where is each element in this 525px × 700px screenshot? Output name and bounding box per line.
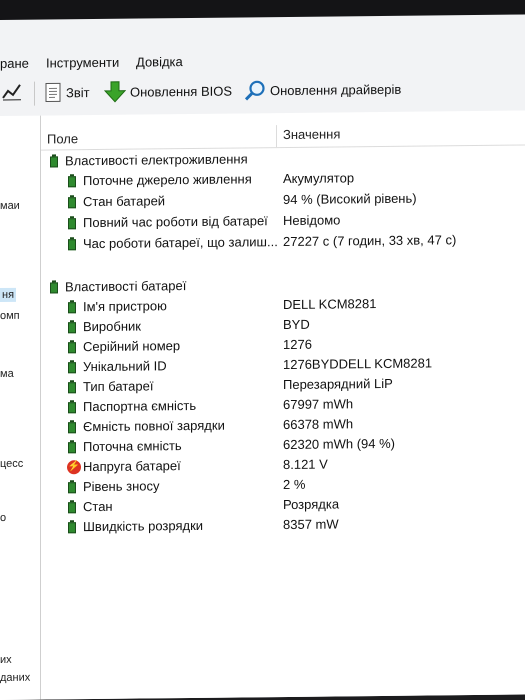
row-label: Ім'я пристрою [83,298,167,315]
row-label: Виробник [83,318,141,335]
tree-item[interactable]: омп [0,310,20,322]
row-label: Поточне джерело живлення [83,171,252,189]
row-value: 1276BYDDELL KCM8281 [283,355,433,373]
battery-icon [67,237,81,251]
battery-icon [67,380,81,394]
magnifier-icon [244,80,265,101]
row-value: Невідомо [283,212,341,229]
battery-icon [49,280,63,294]
app-window: ране Інструменти Довідка Звіт Оновлення … [0,14,525,700]
tree-item[interactable]: ма [0,368,14,380]
row-value: Акумулятор [283,170,355,187]
tree-item[interactable]: маи [0,200,20,212]
row-value: DELL KCM8281 [283,296,377,313]
battery-icon [67,174,81,188]
row-label: Ємність повної зарядки [83,417,225,435]
row-value: 8357 mW [283,516,339,533]
tree-item[interactable]: цесс [0,458,23,470]
battery-icon [67,400,81,414]
row-label: Серійний номер [83,338,181,355]
row-value: 27227 с (7 годин, 33 хв, 47 с) [283,232,457,250]
driver-update-button[interactable]: Оновлення драйверів [244,78,401,102]
row-value: Перезарядний LiP [283,375,393,393]
table-row[interactable]: Швидкість розрядки 8357 mW [41,513,525,538]
row-label: Напруга батареї [83,458,181,475]
row-label: Стан [83,498,113,515]
details-panel: Поле Значення Властивості електроживленн… [41,110,525,700]
field-column-header[interactable]: Поле [47,131,78,146]
menu-item-help[interactable]: Довідка [136,54,183,69]
tree-item[interactable]: даних [0,672,30,684]
row-value: 66378 mWh [283,416,354,433]
row-label: Тип батареї [83,378,154,395]
navigation-tree[interactable]: маи ня омп ма цесс о их даних [0,115,41,700]
report-label: Звіт [66,84,90,100]
column-divider[interactable] [276,125,277,148]
battery-icon [67,320,81,334]
graph-icon[interactable] [2,82,22,102]
lightning-icon: ⚡ [67,460,81,475]
value-column-header[interactable]: Значення [283,126,340,142]
menu-bar: ране Інструменти Довідка [0,47,525,74]
bios-update-label: Оновлення BIOS [130,83,233,100]
tree-item[interactable]: их [0,654,12,666]
row-value: Розрядка [283,496,340,513]
tree-item[interactable]: о [0,512,6,524]
battery-icon [67,360,81,374]
table-row[interactable]: Час роботи батареї, що залиш... 27227 с … [41,230,525,255]
battery-icon [67,195,81,209]
row-label: Унікальний ID [83,358,167,375]
row-label: Швидкість розрядки [83,517,204,535]
row-value: 62320 mWh (94 %) [283,435,395,453]
driver-update-label: Оновлення драйверів [270,81,402,98]
row-value: 1276 [283,336,312,353]
battery-icon [67,216,81,230]
row-value: 94 % (Високий рівень) [283,190,417,208]
row-label: Стан батарей [83,193,166,210]
row-value: 67997 mWh [283,396,354,413]
row-label: Паспортна ємність [83,397,197,415]
row-label: Повний час роботи від батареї [83,213,268,231]
battery-icon [67,480,81,494]
battery-icon [67,340,81,354]
battery-icon [67,500,81,514]
row-value: 2 % [283,476,306,493]
bios-update-button[interactable]: Оновлення BIOS [104,80,232,103]
battery-icon [67,520,81,534]
toolbar: Звіт Оновлення BIOS Оновлення драйверів [0,73,525,108]
battery-icon [67,420,81,434]
report-icon [45,82,61,103]
row-label: Рівень зносу [83,478,160,495]
battery-icon [67,300,81,314]
battery-icon [67,440,81,454]
toolbar-separator [34,81,35,106]
group-title: Властивості батареї [65,278,187,295]
tree-item-selected[interactable]: ня [0,287,17,302]
menu-item-partial[interactable]: ране [0,56,29,71]
group-title: Властивості електроживлення [65,151,248,169]
row-value: BYD [283,316,310,333]
row-label: Час роботи батареї, що залиш... [83,234,278,252]
download-arrow-icon [104,81,126,103]
report-button[interactable]: Звіт [44,81,90,103]
menu-item-tools[interactable]: Інструменти [46,55,119,71]
row-value: 8.121 V [283,456,328,473]
row-label: Поточна ємність [83,438,182,455]
battery-icon [49,154,63,168]
